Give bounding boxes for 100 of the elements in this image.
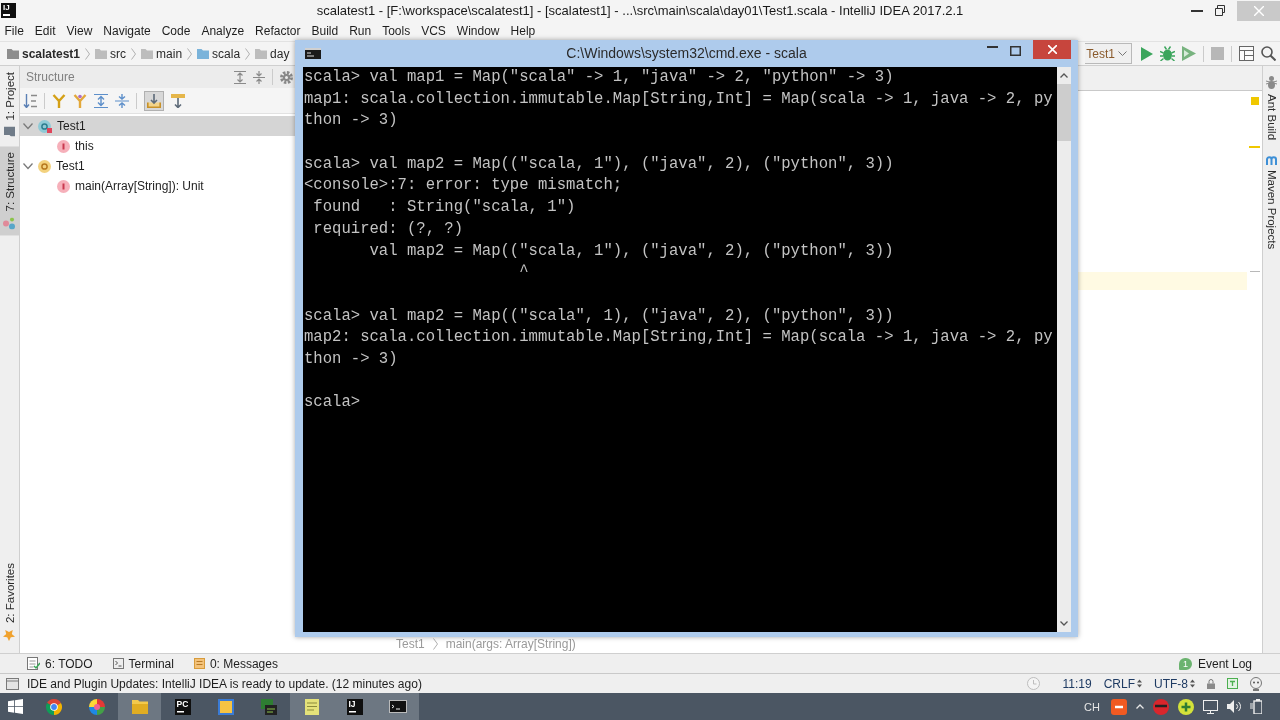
sort-icon[interactable] (23, 93, 37, 108)
menu-item[interactable]: Window (451, 22, 506, 40)
breadcrumb-item[interactable]: main (140, 46, 184, 61)
console-window-icon (112, 658, 124, 669)
encoding-selector[interactable]: UTF-8 (1154, 676, 1195, 691)
scrollbar[interactable] (1057, 67, 1071, 632)
circle-bar-icon (57, 139, 70, 153)
tool-window-tab[interactable]: Ant Build (1265, 76, 1278, 157)
tool-window-tab[interactable]: 7: Structure (0, 145, 19, 236)
console-line: scala> val map1 = Map("scala" -> 1, "java" -> 2, "python" -> 3) (304, 67, 894, 88)
square-logo-icon (217, 698, 234, 715)
fork-icon[interactable] (73, 93, 87, 108)
speaker-icon[interactable] (1227, 700, 1241, 713)
chevron-down-icon[interactable] (23, 121, 33, 131)
console-window-icon (388, 700, 407, 713)
four-panes-icon[interactable] (8, 699, 23, 714)
menu-item[interactable]: File (0, 22, 30, 40)
bug-icon[interactable] (1160, 46, 1175, 61)
console-line: scala> val map2 = Map(("scala", 1), ("java", 2), ("python", 3)) (304, 305, 894, 327)
expand-icon[interactable] (94, 93, 108, 108)
tree-item[interactable]: main(Array[String]): Unit (20, 176, 295, 196)
event-log-button[interactable]: 1 Event Log (1178, 656, 1252, 671)
menu-item[interactable]: Help (505, 22, 541, 40)
breadcrumb-item[interactable]: scalatest1 (6, 46, 82, 61)
gear-icon[interactable] (280, 70, 293, 84)
chevron-down-icon[interactable] (23, 161, 33, 171)
battery-icon[interactable] (1250, 699, 1262, 714)
minimize-icon[interactable] (1191, 9, 1203, 12)
menu-item[interactable]: Navigate (97, 22, 157, 40)
face-icon[interactable] (1250, 676, 1262, 691)
close-button[interactable] (1033, 40, 1071, 59)
console-line: scala> (304, 392, 361, 414)
rounded-tile-icon[interactable] (1111, 698, 1127, 715)
play-icon[interactable] (1141, 46, 1153, 61)
search-icon[interactable] (1261, 46, 1276, 61)
checkered-play-icon[interactable] (1182, 46, 1196, 61)
breadcrumb-item[interactable]: src (94, 46, 128, 61)
square-marker-icon[interactable] (1250, 97, 1259, 105)
breadcrumb-item[interactable]: scala (196, 46, 242, 61)
taskbar-button[interactable] (376, 693, 419, 720)
caret-position[interactable]: 11:19 (1062, 676, 1092, 691)
tool-window-tab[interactable]: Maven Projects (1265, 156, 1278, 266)
updown-arrows-icon (1190, 679, 1195, 688)
run-config-dropdown[interactable]: Test1 (1085, 43, 1132, 64)
tool-window-tab[interactable]: Terminal (112, 656, 174, 671)
window-icon[interactable] (6, 677, 19, 690)
folder-icon (197, 48, 210, 59)
chevron-right-icon (131, 47, 137, 60)
chevron-up-icon[interactable] (1136, 704, 1144, 709)
breadcrumb-item[interactable]: day (254, 46, 291, 61)
console-line: thon -> 3) (304, 110, 398, 132)
letter-box-icon[interactable] (1227, 678, 1238, 689)
circle-ring-icon (38, 159, 51, 173)
tree-item[interactable]: Test1 (20, 156, 295, 176)
plus-circle-icon[interactable] (1178, 698, 1194, 715)
collapse-all-icon[interactable] (253, 70, 265, 84)
menu-item[interactable]: Edit (29, 22, 62, 40)
line-separator-selector[interactable]: CRLF (1103, 676, 1142, 691)
menu-item[interactable]: Build (305, 22, 344, 40)
fork-icon[interactable] (52, 93, 66, 108)
monitor-icon[interactable] (1203, 699, 1218, 714)
console-line: scala> val map2 = Map(("scala, 1"), ("java", 2), ("python", 3)) (304, 153, 894, 175)
restore-icon[interactable] (1215, 5, 1225, 16)
collapse-icon[interactable] (115, 93, 129, 108)
line-marker-icon[interactable] (1249, 271, 1260, 272)
status-message[interactable]: IDE and Plugin Updates: IntelliJ IDEA is ready to update. (12 minutes ago) (27, 676, 422, 691)
menu-item[interactable]: Tools (376, 22, 416, 40)
caret-up-icon (1060, 73, 1068, 78)
tool-window-tab[interactable]: 0: Messages (193, 656, 278, 671)
menu-item[interactable]: Code (156, 22, 196, 40)
note-icon (193, 658, 205, 669)
scrollbar-thumb[interactable] (1057, 84, 1071, 141)
chevron-right-icon (85, 47, 91, 60)
tool-window-tab[interactable]: 6: TODO (27, 656, 93, 671)
folder-icon (4, 126, 15, 137)
maximize-icon[interactable] (1010, 46, 1021, 56)
arrow-down-bar-icon[interactable] (171, 93, 185, 108)
expand-all-icon[interactable] (234, 70, 246, 84)
folder-icon (7, 48, 19, 59)
chevron-right-icon (187, 47, 193, 60)
stacked-windows-icon (260, 698, 277, 715)
minus-circle-icon[interactable] (1153, 698, 1169, 715)
tool-window-tab[interactable]: 2: Favorites (0, 556, 19, 647)
grid-window-icon[interactable] (1239, 46, 1254, 61)
notification-count: 1 (1178, 657, 1192, 670)
menu-item[interactable]: Refactor (249, 22, 306, 40)
taskbar-button[interactable]: PC (161, 693, 204, 720)
line-marker-icon[interactable] (1249, 146, 1260, 148)
tool-window-tab[interactable]: 1: Project (0, 66, 19, 143)
lock-icon[interactable] (1207, 678, 1215, 689)
taskbar-button[interactable]: IJ (333, 693, 376, 720)
tree-item[interactable]: Test1 (20, 116, 295, 136)
menu-item[interactable]: VCS (415, 22, 452, 40)
menu-item[interactable]: View (61, 22, 98, 40)
menu-item[interactable]: Run (343, 22, 377, 40)
arrow-into-tray-icon[interactable] (144, 90, 164, 111)
menu-item[interactable]: Analyze (195, 22, 250, 40)
chevron-right-icon (245, 47, 251, 60)
language-indicator[interactable]: CH (1084, 700, 1100, 713)
tree-item[interactable]: this (20, 136, 295, 156)
